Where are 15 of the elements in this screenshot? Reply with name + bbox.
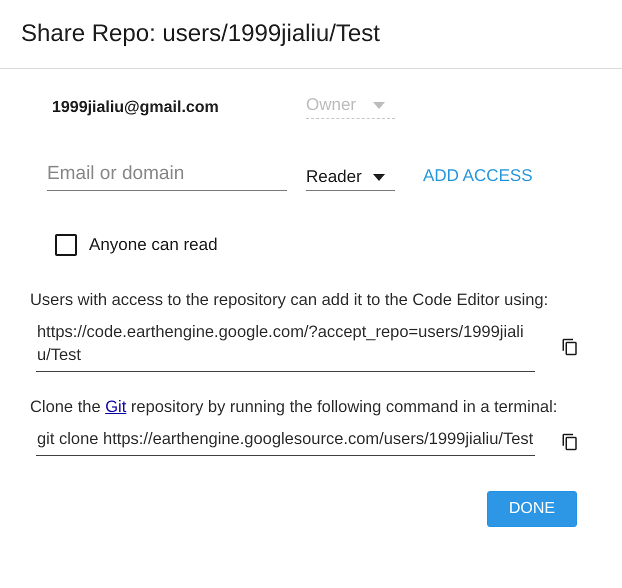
instruction-text: Users with access to the repository can add it to the Code Editor using: <box>30 290 550 310</box>
instruction-text: Clone the Git repository by running the following command in a terminal: <box>30 397 558 417</box>
user-email: 1999jialiu@gmail.com <box>52 99 220 118</box>
git-link[interactable]: Git <box>105 398 126 416</box>
checkbox-label: Anyone can read <box>89 235 218 255</box>
caret-icon <box>373 102 385 108</box>
copy-icon[interactable] <box>561 433 579 451</box>
dialog-title: Share Repo: users/1999jialiu/Test <box>0 0 622 69</box>
command-field[interactable]: https://code.earthengine.google.com/?accept_repo=users/1999jialiu/Test <box>36 321 535 372</box>
command-field[interactable]: git clone https://earthengine.googlesource.com/users/1999jialiu/Test <box>36 428 535 456</box>
role-dropdown[interactable]: Reader <box>306 167 395 191</box>
copy-icon[interactable] <box>561 338 579 356</box>
caret-icon <box>373 174 385 180</box>
email-field[interactable]: Email or domain <box>47 163 287 191</box>
checkbox[interactable] <box>55 234 77 256</box>
